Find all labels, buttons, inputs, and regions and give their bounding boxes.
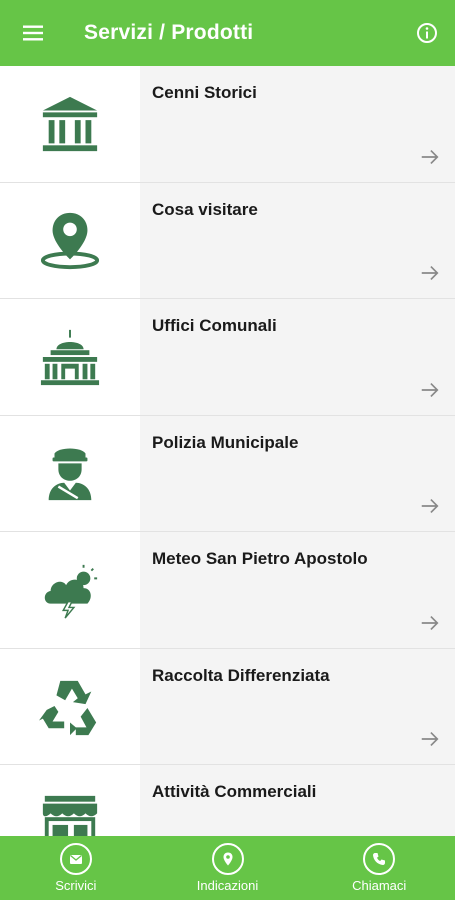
list-item[interactable]: Polizia Municipale (0, 415, 455, 532)
arrow-right-icon (421, 615, 439, 630)
arrow-right-icon (421, 149, 439, 164)
services-list: Cenni Storici Cosa visitare Uffici Comun… (0, 66, 455, 836)
list-item-title: Uffici Comunali (152, 316, 277, 335)
arrow-right-icon (421, 498, 439, 514)
list-item-title: Attività Commerciali (152, 782, 317, 801)
storm-cloud-icon (44, 564, 98, 619)
tab-label: Chiamaci (352, 878, 407, 893)
list-item[interactable]: Attività Commerciali (0, 765, 455, 836)
museum-building-icon (42, 96, 98, 151)
page-title: Servizi / Prodotti (84, 21, 254, 44)
list-item-title: Cenni Storici (152, 83, 257, 102)
police-officer-icon (48, 448, 92, 501)
list-item[interactable]: Raccolta Differenziata (0, 648, 455, 765)
tab-label: Indicazioni (196, 878, 259, 893)
recycle-icon (39, 681, 97, 736)
location-icon (223, 852, 232, 866)
hamburger-menu-icon (23, 25, 43, 41)
list-item[interactable]: Meteo San Pietro Apostolo (0, 532, 455, 649)
arrow-right-icon (421, 731, 439, 747)
menu-button[interactable] (0, 0, 66, 66)
app-bar: Servizi / Prodotti (0, 0, 455, 66)
list-item-title: Polizia Municipale (152, 432, 299, 452)
list-item-title: Cosa visitare (152, 199, 258, 219)
phone-icon (373, 853, 386, 865)
list-item-title: Meteo San Pietro Apostolo (152, 549, 368, 568)
arrow-right-icon (421, 382, 439, 397)
town-hall-icon (40, 329, 100, 385)
tab-label: Scrivici (55, 878, 97, 893)
arrow-right-icon (421, 265, 439, 281)
list-item-title: Raccolta Differenziata (152, 665, 330, 685)
tab-chiamaci[interactable]: Chiamaci (303, 836, 455, 900)
list-item[interactable]: Cosa visitare (0, 182, 455, 299)
map-pin-icon (40, 213, 100, 270)
bottom-navigation: Scrivici Indicazioni Chiamaci (0, 836, 455, 900)
tab-indicazioni[interactable]: Indicazioni (152, 836, 304, 900)
list-item[interactable]: Uffici Comunali (0, 299, 455, 416)
info-icon (417, 23, 437, 43)
shop-icon (42, 795, 98, 836)
tab-scrivici[interactable]: Scrivici (0, 836, 152, 900)
mail-icon (69, 854, 82, 864)
info-button[interactable] (399, 0, 455, 66)
list-item[interactable]: Cenni Storici (0, 66, 455, 183)
